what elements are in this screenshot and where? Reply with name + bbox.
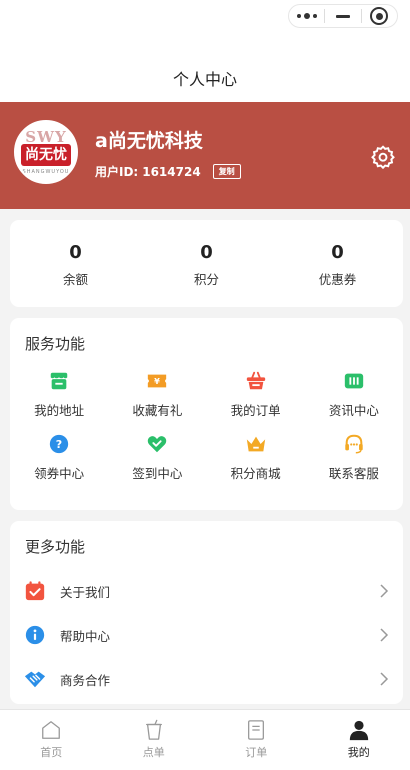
chevron-right-icon	[380, 584, 389, 598]
tab-label: 首页	[40, 746, 63, 759]
stat-value: 0	[331, 242, 344, 263]
receipt-icon	[248, 720, 265, 740]
svg-text:?: ?	[56, 438, 62, 451]
user-id-value: 1614724	[142, 164, 201, 179]
target-icon	[370, 7, 389, 25]
calendar-check-icon	[25, 581, 45, 601]
basket-icon	[246, 371, 265, 390]
list-item-label: 帮助中心	[60, 628, 111, 644]
list-item-label: 关于我们	[60, 584, 111, 600]
service-contact-support[interactable]: 联系客服	[305, 433, 403, 482]
stat-label: 余额	[62, 272, 88, 287]
tab-label: 我的	[347, 746, 370, 759]
minus-icon	[336, 14, 350, 18]
service-checkin-center[interactable]: 签到中心	[108, 433, 206, 482]
stat-value: 0	[69, 242, 82, 263]
copy-button[interactable]: 复制	[212, 164, 241, 179]
headset-icon	[345, 434, 363, 454]
crown-icon	[246, 436, 265, 452]
service-label: 签到中心	[132, 466, 183, 481]
service-label: 收藏有礼	[132, 403, 183, 418]
services-grid: 我的地址 ¥ 收藏有礼 我的订单 资讯中心 ? 领券中心 签到中心 积分商城 联…	[10, 370, 403, 482]
coupon-icon: ¥	[148, 374, 167, 388]
chevron-right-icon	[380, 628, 389, 642]
service-my-orders[interactable]: 我的订单	[207, 370, 305, 419]
stat-points[interactable]: 0 积分	[141, 220, 272, 307]
bottom-tab-bar: 首页 点单 订单 我的	[0, 709, 410, 770]
more-dots-icon	[296, 13, 317, 19]
top-bar: 个人中心	[0, 0, 410, 102]
services-title: 服务功能	[25, 335, 86, 353]
cup-icon	[145, 719, 162, 740]
user-id-label: 用户ID:	[95, 165, 139, 179]
user-name: a尚无忧科技	[95, 130, 203, 152]
info-icon	[25, 625, 45, 645]
tab-order-menu[interactable]: 点单	[103, 710, 206, 770]
logo-sub-text: SHANGWUYOU	[22, 169, 70, 175]
stat-value: 0	[200, 242, 213, 263]
news-icon	[344, 373, 364, 389]
mini-program-capsule	[288, 4, 398, 28]
stat-balance[interactable]: 0 余额	[10, 220, 141, 307]
tab-label: 点单	[142, 746, 165, 759]
more-title: 更多功能	[25, 538, 86, 556]
service-label: 我的地址	[34, 403, 85, 418]
tab-orders[interactable]: 订单	[205, 710, 308, 770]
chevron-right-icon	[380, 672, 389, 686]
heart-check-icon	[148, 436, 167, 453]
service-label: 领券中心	[34, 466, 85, 481]
service-my-address[interactable]: 我的地址	[10, 370, 108, 419]
list-item-label: 商务合作	[60, 672, 111, 688]
services-card: 服务功能 我的地址 ¥ 收藏有礼 我的订单 资讯中心 ? 领券中心 签到中心 积…	[10, 318, 403, 510]
handshake-icon	[24, 671, 46, 688]
service-favorites-gift[interactable]: ¥ 收藏有礼	[108, 370, 206, 419]
list-item-business-cooperation[interactable]: 商务合作	[10, 657, 403, 701]
svg-text:¥: ¥	[155, 376, 161, 386]
gear-icon[interactable]	[370, 144, 396, 170]
more-list: 关于我们 帮助中心 商务合作	[10, 569, 403, 701]
service-coupon-center[interactable]: ? 领券中心	[10, 433, 108, 482]
stat-coupons[interactable]: 0 优惠券	[272, 220, 403, 307]
user-id-row: 用户ID: 1614724 复制	[95, 163, 241, 180]
avatar[interactable]: SWY 尚无忧 SHANGWUYOU	[14, 120, 78, 184]
list-item-help-center[interactable]: 帮助中心	[10, 613, 403, 657]
tab-home[interactable]: 首页	[0, 710, 103, 770]
service-points-mall[interactable]: 积分商城	[207, 433, 305, 482]
home-icon	[42, 721, 61, 739]
logo-main-text: 尚无忧	[21, 144, 71, 166]
tab-mine[interactable]: 我的	[308, 710, 410, 770]
shop-icon	[50, 372, 68, 390]
profile-header: SWY 尚无忧 SHANGWUYOU a尚无忧科技 用户ID: 1614724 …	[0, 102, 410, 209]
close-button[interactable]	[362, 4, 397, 28]
service-label: 联系客服	[328, 466, 379, 481]
page-title: 个人中心	[172, 70, 237, 89]
service-label: 积分商城	[230, 466, 281, 481]
tab-label: 订单	[245, 746, 268, 759]
more-functions-card: 更多功能 关于我们 帮助中心 商务合作	[10, 521, 403, 704]
question-icon: ?	[49, 434, 69, 454]
service-label: 资讯中心	[328, 403, 379, 418]
service-news-center[interactable]: 资讯中心	[305, 370, 403, 419]
stat-label: 积分	[193, 272, 219, 287]
more-menu-button[interactable]	[289, 4, 324, 28]
minimize-button[interactable]	[325, 4, 360, 28]
user-icon	[349, 720, 368, 741]
stat-label: 优惠券	[318, 272, 357, 287]
list-item-about-us[interactable]: 关于我们	[10, 569, 403, 613]
service-label: 我的订单	[230, 403, 281, 418]
stats-card: 0 余额 0 积分 0 优惠券	[10, 220, 403, 307]
